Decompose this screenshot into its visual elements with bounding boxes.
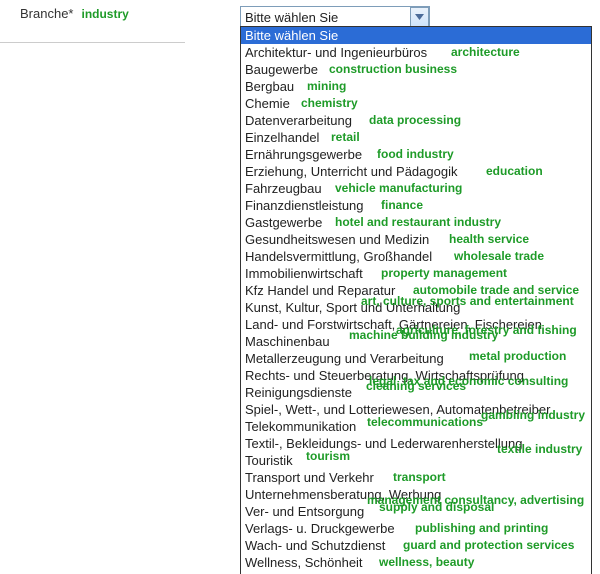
option-text: Reinigungsdienste	[245, 385, 352, 400]
dropdown-option[interactable]: Textil-, Bekleidungs- und Lederwarenhers…	[241, 435, 591, 452]
option-annotation: data processing	[369, 112, 461, 129]
label-cell: Branche* industry	[20, 6, 240, 21]
dropdown-option[interactable]: Gastgewerbe hotel and restaurant industry	[241, 214, 591, 231]
option-annotation: machine building industry	[349, 327, 498, 344]
option-annotation: property management	[381, 265, 507, 282]
dropdown-option[interactable]: Finanzdienstleistung finance	[241, 197, 591, 214]
dropdown-option[interactable]: Ver- und Entsorgungsupply and disposal	[241, 503, 591, 520]
option-annotation: architecture	[451, 44, 520, 61]
dropdown-option[interactable]: Gesundheitswesen und Medizin health servi…	[241, 231, 591, 248]
industry-dropdown[interactable]: Bitte wählen SieArchitektur- und Ingenie…	[240, 26, 592, 574]
option-text: Maschinenbau	[245, 334, 330, 349]
form-row-branche: Branche* industry Bitte wählen Sie	[0, 0, 600, 28]
option-text: Architektur- und Ingenieurbüros	[245, 45, 427, 60]
option-annotation: metal production	[469, 348, 566, 365]
dropdown-option[interactable]: Erziehung, Unterricht und Pädagogik educa…	[241, 163, 591, 180]
dropdown-option[interactable]: Fahrzeugbau vehicle manufacturing	[241, 180, 591, 197]
dropdown-option[interactable]: Touristiktourism	[241, 452, 591, 469]
option-annotation: wholesale trade	[454, 248, 544, 265]
option-annotation: construction business	[329, 61, 457, 78]
option-text: Transport und Verkehr	[245, 470, 374, 485]
option-text: Chemie	[245, 96, 290, 111]
dropdown-option[interactable]: Telekommunikationtelecommunications	[241, 418, 591, 435]
option-text: Erziehung, Unterricht und Pädagogik	[245, 164, 457, 179]
option-annotation: hotel and restaurant industry	[335, 214, 501, 231]
dropdown-option[interactable]: Architektur- und Ingenieurbüros architect…	[241, 44, 591, 61]
dropdown-option[interactable]: Bergbau mining	[241, 78, 591, 95]
dropdown-option[interactable]: Ernährungsgewerbe food industry	[241, 146, 591, 163]
option-annotation: publishing and printing	[415, 520, 548, 537]
option-annotation: education	[486, 163, 543, 180]
option-text: Ver- und Entsorgung	[245, 504, 364, 519]
field-label: Branche*	[20, 6, 73, 21]
chevron-down-icon[interactable]	[410, 7, 429, 27]
option-text: Ernährungsgewerbe	[245, 147, 362, 162]
option-text: Touristik	[245, 453, 293, 468]
option-text: Handelsvermittlung, Großhandel	[245, 249, 432, 264]
option-text: Textil-, Bekleidungs- und Lederwarenhers…	[245, 436, 523, 451]
option-annotation: tourism	[306, 448, 350, 465]
option-text: Bergbau	[245, 79, 294, 94]
option-annotation: supply and disposal	[379, 499, 494, 516]
option-text: Immobilienwirtschaft	[245, 266, 363, 281]
option-annotation: wellness, beauty	[379, 554, 474, 571]
option-annotation: finance	[381, 197, 423, 214]
option-text: Datenverarbeitung	[245, 113, 352, 128]
dropdown-option[interactable]: Reinigungsdienstecleaning services	[241, 384, 591, 401]
industry-select[interactable]: Bitte wählen Sie	[240, 6, 430, 28]
option-text: Finanzdienstleistung	[245, 198, 364, 213]
option-annotation: telecommunications	[367, 414, 483, 431]
dropdown-option[interactable]: Metallerzeugung und Verarbeitung metal pr…	[241, 350, 591, 367]
option-annotation: retail	[331, 129, 360, 146]
dropdown-option[interactable]: Baugewerbe construction business	[241, 61, 591, 78]
selected-value: Bitte wählen Sie	[245, 10, 338, 25]
dropdown-option[interactable]: Datenverarbeitung data processing	[241, 112, 591, 129]
field-annotation: industry	[81, 7, 128, 21]
option-annotation: art, culture, sports and entertainment	[361, 293, 574, 310]
option-text: Bitte wählen Sie	[245, 28, 338, 43]
option-text: Gesundheitswesen und Medizin	[245, 232, 429, 247]
dropdown-option[interactable]: Handelsvermittlung, Großhandel wholesale …	[241, 248, 591, 265]
dropdown-option[interactable]: Bitte wählen Sie	[241, 27, 591, 44]
option-text: Baugewerbe	[245, 62, 318, 77]
option-text: Gastgewerbe	[245, 215, 322, 230]
option-text: Metallerzeugung und Verarbeitung	[245, 351, 444, 366]
dropdown-option[interactable]: Chemie chemistry	[241, 95, 591, 112]
option-annotation: food industry	[377, 146, 454, 163]
option-text: Wellness, Schönheit	[245, 555, 363, 570]
field-label-text: Branche	[20, 6, 68, 21]
required-marker: *	[68, 6, 73, 21]
dropdown-option[interactable]: Verlags- u. Druckgewerbe publishing and p…	[241, 520, 591, 537]
option-annotation: guard and protection services	[403, 537, 574, 554]
select-box[interactable]: Bitte wählen Sie	[240, 6, 430, 28]
divider	[0, 42, 185, 43]
option-text: Wach- und Schutzdienst	[245, 538, 385, 553]
option-annotation: chemistry	[301, 95, 358, 112]
option-text: Telekommunikation	[245, 419, 356, 434]
dropdown-option[interactable]: Einzelhandel retail	[241, 129, 591, 146]
option-annotation: mining	[307, 78, 346, 95]
option-annotation: health service	[449, 231, 529, 248]
option-text: Einzelhandel	[245, 130, 319, 145]
dropdown-option[interactable]: Wach- und Schutzdienst guard and protecti…	[241, 537, 591, 554]
option-annotation: cleaning services	[366, 378, 466, 395]
option-text: Verlags- u. Druckgewerbe	[245, 521, 395, 536]
dropdown-option[interactable]: Immobilienwirtschaft property management	[241, 265, 591, 282]
dropdown-option[interactable]: Transport und Verkehr transport	[241, 469, 591, 486]
dropdown-option[interactable]: Wellness, Schönheit wellness, beauty	[241, 554, 591, 571]
option-annotation: transport	[393, 469, 446, 486]
dropdown-option[interactable]: Kunst, Kultur, Sport und Unterhaltungart…	[241, 299, 591, 316]
dropdown-list: Bitte wählen SieArchitektur- und Ingenie…	[241, 27, 591, 574]
option-text: Fahrzeugbau	[245, 181, 322, 196]
option-annotation: vehicle manufacturing	[335, 180, 462, 197]
